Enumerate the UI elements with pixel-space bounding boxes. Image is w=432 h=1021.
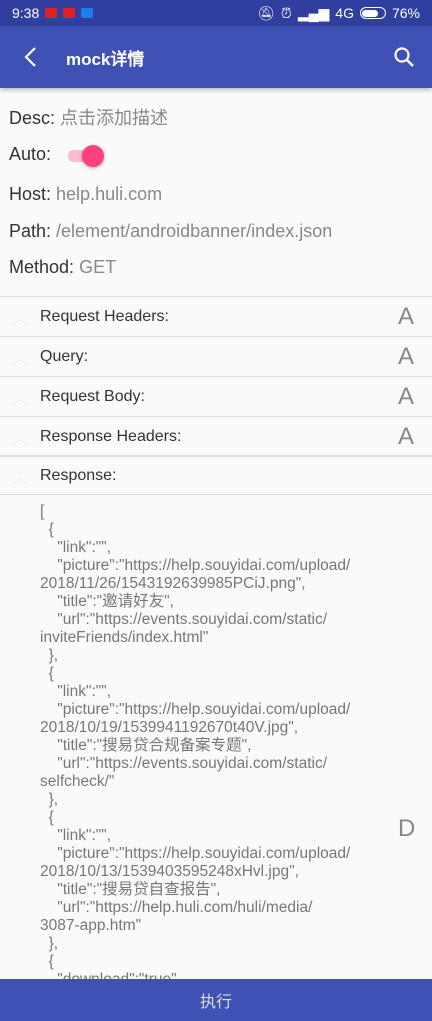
path-field: Path: /element/androidbanner/index.json [9,221,333,241]
section-query[interactable]: ︿ Query: A [0,336,432,376]
auto-label: Auto: [9,144,52,164]
desc-field[interactable]: Desc: 点击添加描述 [9,104,168,130]
chevron-up-icon: ︿ [11,310,28,328]
response-line: "link":"", [40,683,112,700]
chevron-up-icon: ︿ [11,390,28,408]
search-button[interactable] [376,26,432,88]
back-button[interactable] [0,26,60,88]
response-line: }, [40,791,59,808]
response-line: 2018/11/26/1543192639985PCiJ.png", [40,575,306,592]
battery-level: 76% [391,5,420,21]
arrow-back-icon [24,47,36,67]
section-request-headers[interactable]: ︿ Request Headers: A [0,296,432,336]
response-body: [ { "link":"", "picture":"https://help.s… [40,503,350,989]
chevron-up-icon: ︿ [11,469,28,487]
response-line: "title":"邀请好友", [40,593,174,610]
response-line: { [40,809,54,826]
section-badge: A [397,302,414,330]
section-response[interactable]: ︿ Response: [0,455,432,495]
execute-button[interactable]: 执行 [0,979,432,1021]
response-line: "title":"搜易贷自查报告", [40,881,221,898]
response-line: "picture":"https://help.souyidai.com/upl… [40,701,351,718]
section-request-body[interactable]: ︿ Request Body: A [0,376,432,416]
response-line: "title":"搜易贷合规备案专题", [40,737,252,754]
section-response-headers[interactable]: ︿ Response Headers: A [0,416,432,456]
notification-icon [63,8,76,18]
response-badge: D [398,815,416,842]
response-line: "url":"https://events.souyidai.com/stati… [40,755,328,772]
response-line: { [40,521,54,538]
response-line: 2018/10/19/1539941192670t40V.jpg", [40,719,299,736]
signal-icon: ▂▄▆ [297,4,330,21]
response-line: "url":"https://events.souyidai.com/stati… [40,611,328,628]
mute-icon: 🔕︎ [257,4,275,21]
response-line: }, [40,935,59,952]
response-line: "picture":"https://help.souyidai.com/upl… [40,557,351,574]
response-line: 3087-app.htm" [40,917,142,934]
battery-icon [359,7,386,19]
response-line: 2018/10/13/1539403595248xHvl.jpg", [40,863,299,880]
response-line: selfcheck/" [40,773,115,790]
response-line: "url":"https://help.huli.com/huli/media/ [40,899,313,916]
response-line: "link":"", [40,539,112,556]
search-icon [394,47,414,67]
notification-icon [81,8,94,18]
auto-toggle[interactable] [68,144,104,167]
toolbar: mock详情 [0,26,432,88]
notification-icon [45,8,58,18]
chevron-up-icon: ︿ [11,350,28,368]
response-line: "link":"", [40,827,112,844]
response-line: inviteFriends/index.html" [40,629,209,646]
status-time: 9:38 [12,5,40,21]
method-field: Method: GET [9,257,117,277]
response-line: { [40,665,54,682]
network-type: 4G [335,5,354,21]
response-line: "picture":"https://help.souyidai.com/upl… [40,845,351,862]
chevron-up-icon: ︿ [11,430,28,448]
alarm-icon: ⏰︎ [280,4,292,21]
section-badge: A [397,382,414,410]
host-field: Host: help.huli.com [9,184,163,204]
response-line: }, [40,647,59,664]
section-badge: A [397,422,414,450]
desc-value[interactable]: 点击添加描述 [60,108,168,128]
section-badge: A [397,342,414,370]
status-bar: 9:38 🔕︎ ⏰︎ ▂▄▆ 4G 76% [0,0,432,26]
response-line: [ [40,503,45,520]
response-line: { [40,953,54,970]
page-title: mock详情 [66,49,145,69]
